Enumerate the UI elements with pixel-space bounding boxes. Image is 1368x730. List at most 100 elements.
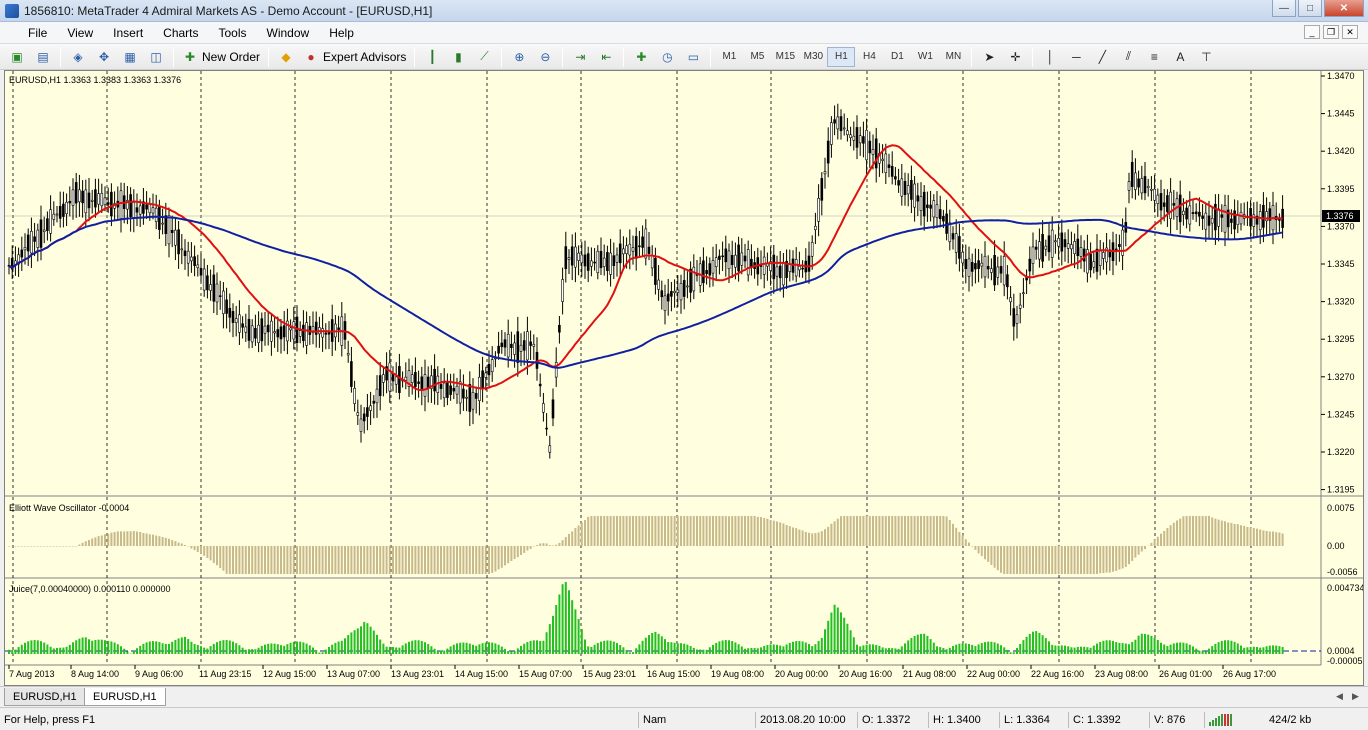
candle-body [1063, 239, 1067, 248]
new-chart-icon[interactable]: ▣ [6, 47, 28, 67]
oscillator-bar [1275, 532, 1278, 546]
bar-chart-icon[interactable]: ┃ [421, 47, 443, 67]
oscillator-bar [964, 539, 967, 546]
auto-scroll-icon[interactable]: ⇥ [569, 47, 591, 67]
menu-tools[interactable]: Tools [211, 26, 259, 40]
candle-body [529, 341, 532, 346]
minimize-button[interactable]: — [1272, 0, 1296, 17]
text-tool-icon[interactable]: A [1169, 47, 1191, 67]
candle-body [884, 153, 888, 174]
horizontal-line-icon[interactable]: ─ [1065, 47, 1087, 67]
juice-bar [1108, 640, 1111, 654]
menu-view[interactable]: View [59, 26, 105, 40]
juice-bar [331, 644, 334, 654]
menu-file[interactable]: File [0, 26, 59, 40]
oscillator-bar [440, 546, 442, 574]
chart-shift-icon[interactable]: ⇤ [595, 47, 617, 67]
templates-icon[interactable]: ▭ [682, 47, 704, 67]
juice-bar [1153, 637, 1156, 654]
menu-charts[interactable]: Charts [155, 26, 210, 40]
oscillator-bar [1246, 526, 1249, 546]
mdi-minimize-button[interactable]: _ [1304, 25, 1320, 39]
timeframe-m1[interactable]: M1 [715, 47, 743, 67]
periods-icon[interactable]: ◷ [656, 47, 678, 67]
chart-tab-1[interactable]: EURUSD,H1 [4, 688, 86, 706]
chart-window[interactable]: 1.3470 1.3445 1.3420 1.3395 1.3370 1.3345 1.33… [4, 70, 1364, 686]
candle-body [254, 328, 257, 339]
menu-insert[interactable]: Insert [105, 26, 155, 40]
zoom-in-icon[interactable]: ⊕ [508, 47, 530, 67]
trendline-icon[interactable]: ╱ [1091, 47, 1113, 67]
candle-body [33, 236, 36, 242]
juice-bar [808, 644, 810, 654]
oscillator-bar [408, 546, 410, 574]
candle-body [270, 320, 273, 342]
candle-body [1185, 207, 1188, 220]
fibonacci-icon[interactable]: ≡ [1143, 47, 1165, 67]
vertical-line-icon[interactable]: │ [1039, 47, 1061, 67]
candle-body [366, 407, 369, 417]
close-button[interactable]: ✕ [1324, 0, 1364, 17]
chart-canvas[interactable]: 1.3470 1.3445 1.3420 1.3395 1.3370 1.3345 1.33… [5, 71, 1363, 685]
oscillator-bar [536, 545, 538, 546]
terminal-icon[interactable]: ◫ [145, 47, 167, 67]
profiles-icon[interactable]: ▤ [32, 47, 54, 67]
new-order-button[interactable]: ✚ New Order [178, 47, 264, 67]
navigator-icon[interactable]: ✥ [93, 47, 115, 67]
cursor-icon[interactable]: ➤ [978, 47, 1000, 67]
candle-body [170, 229, 174, 234]
juice-bar [1160, 642, 1162, 654]
juice-bar [1144, 633, 1146, 654]
candle-body [433, 368, 436, 392]
crosshair-icon[interactable]: ✛ [1004, 47, 1026, 67]
status-traffic: 424/2 kb [1269, 714, 1312, 726]
timeframe-m5[interactable]: M5 [743, 47, 771, 67]
oscillator-bar [1096, 546, 1098, 574]
juice-bar [488, 642, 490, 654]
text-label-icon[interactable]: ⊤ [1195, 47, 1217, 67]
indicators-icon[interactable]: ✚ [630, 47, 652, 67]
oscillator-bar [1118, 546, 1121, 570]
oscillator-bar [958, 531, 961, 546]
candle-body [1079, 247, 1083, 257]
oscillator-bar [1198, 516, 1201, 546]
timeframe-m30[interactable]: M30 [799, 47, 827, 67]
oscillator-bar [974, 546, 977, 550]
candle-body [458, 381, 462, 404]
timeframe-h4[interactable]: H4 [855, 47, 883, 67]
candlestick-icon[interactable]: ▮ [447, 47, 469, 67]
maximize-button[interactable]: □ [1298, 0, 1322, 17]
data-window-icon[interactable]: ▦ [119, 47, 141, 67]
timeframe-h1[interactable]: H1 [827, 46, 856, 67]
juice-bar [545, 632, 548, 654]
timeframe-m15[interactable]: M15 [771, 47, 799, 67]
channel-icon[interactable]: ⫽ [1117, 47, 1139, 67]
tab-scroll-right-icon[interactable]: ▶ [1352, 691, 1359, 702]
timeframe-d1[interactable]: D1 [883, 47, 911, 67]
candle-body [442, 382, 446, 398]
chart-tab-2[interactable]: EURUSD,H1 [84, 688, 166, 706]
candle-body [497, 345, 500, 354]
juice-bar [750, 647, 753, 654]
mdi-restore-button[interactable]: ❐ [1323, 25, 1339, 39]
expert-advisors-button[interactable]: ● Expert Advisors [299, 47, 410, 67]
oscillator-bar [1108, 546, 1111, 573]
menu-help[interactable]: Help [321, 26, 366, 40]
juice-bar [478, 644, 481, 654]
menu-window[interactable]: Window [259, 26, 322, 40]
juice-bar [577, 619, 580, 654]
metaeditor-icon[interactable]: ◆ [275, 47, 297, 67]
market-watch-icon[interactable]: ◈ [67, 47, 89, 67]
timeframe-mn[interactable]: MN [939, 47, 967, 67]
mdi-close-button[interactable]: ✕ [1342, 25, 1358, 39]
oscillator-bar [897, 516, 900, 546]
candle-body [1150, 188, 1153, 191]
juice-bar [433, 648, 436, 654]
timeframe-w1[interactable]: W1 [911, 47, 939, 67]
oscillator-bar [648, 516, 650, 546]
line-chart-icon[interactable]: ⟋ [473, 47, 495, 67]
juice-bar [859, 646, 862, 654]
zoom-out-icon[interactable]: ⊖ [534, 47, 556, 67]
tab-scroll-left-icon[interactable]: ◀ [1336, 691, 1343, 702]
candle-body [1038, 241, 1041, 260]
